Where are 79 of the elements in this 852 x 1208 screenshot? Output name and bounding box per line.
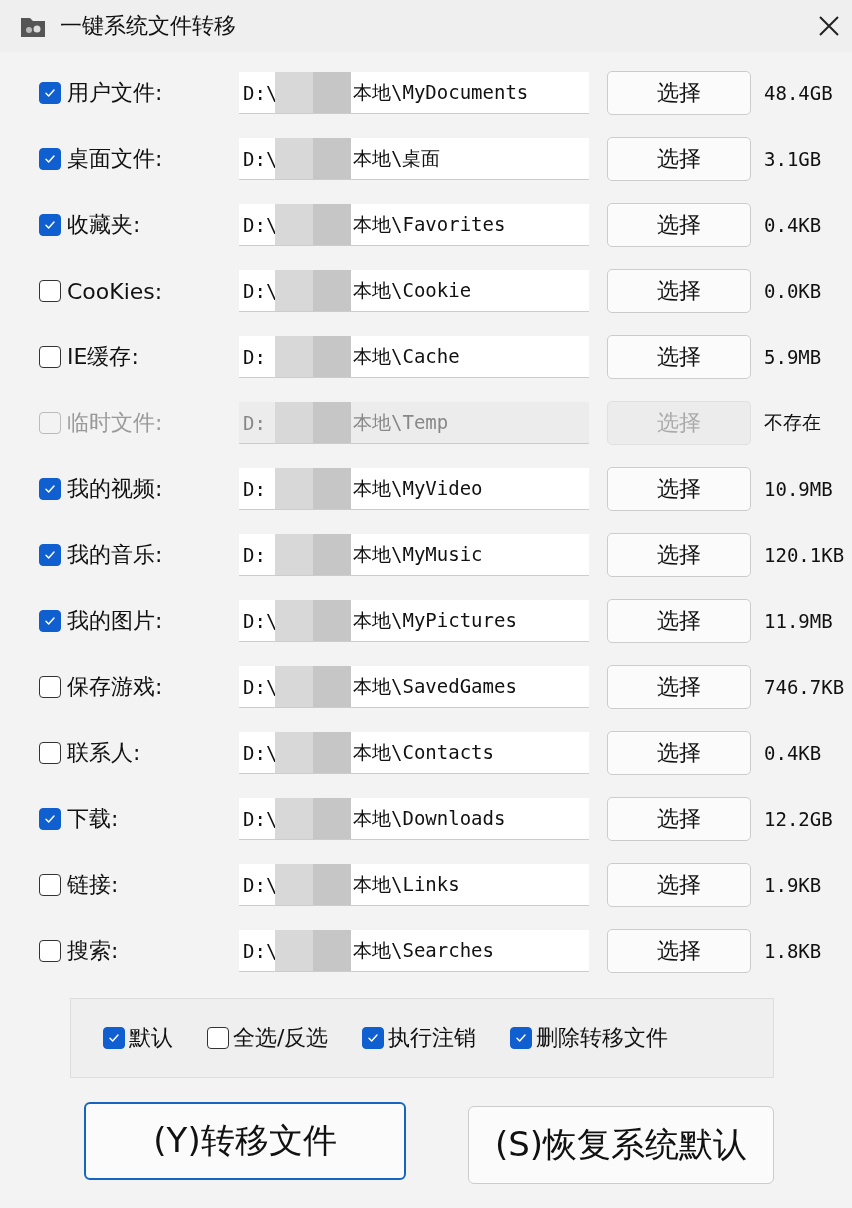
- path-field[interactable]: D:\ 本地\桌面: [239, 138, 589, 180]
- folder-label: 联系人:: [67, 739, 142, 767]
- path-field[interactable]: D:\ 本地\MyPictures: [239, 600, 589, 642]
- choose-button[interactable]: 选择: [607, 929, 751, 973]
- checkbox[interactable]: [207, 1027, 229, 1049]
- checkbox[interactable]: [39, 808, 61, 830]
- close-icon[interactable]: [818, 15, 840, 37]
- choose-button[interactable]: 选择: [607, 797, 751, 841]
- checkbox[interactable]: [39, 214, 61, 236]
- choose-button[interactable]: 选择: [607, 665, 751, 709]
- transfer-button[interactable]: (Y)转移文件: [84, 1102, 406, 1180]
- choose-button[interactable]: 选择: [607, 137, 751, 181]
- choose-button[interactable]: 选择: [607, 71, 751, 115]
- restore-button[interactable]: (S)恢复系统默认: [468, 1106, 774, 1184]
- window-title: 一键系统文件转移: [60, 12, 237, 40]
- folder-label: 下载:: [67, 805, 120, 833]
- size-text: 3.1GB: [764, 148, 822, 170]
- folder-label: 用户文件:: [67, 79, 164, 107]
- folder-label: 临时文件:: [67, 409, 164, 437]
- folder-label: 链接:: [67, 871, 120, 899]
- path-field[interactable]: D: 本地\Cache: [239, 336, 589, 378]
- path-field[interactable]: D:\ 本地\MyDocuments: [239, 72, 589, 114]
- size-text: 120.1KB: [764, 544, 845, 566]
- choose-button[interactable]: 选择: [607, 269, 751, 313]
- folder-label: CooKies:: [67, 278, 164, 304]
- folder-label: 搜索:: [67, 937, 120, 965]
- path-field[interactable]: D:\ 本地\Contacts: [239, 732, 589, 774]
- checkbox-label[interactable]: 默认: [129, 1023, 173, 1053]
- size-text: 1.8KB: [764, 940, 822, 962]
- checkbox[interactable]: [39, 742, 61, 764]
- path-field[interactable]: D: 本地\MyVideo: [239, 468, 589, 510]
- checkbox-label[interactable]: 删除转移文件: [536, 1023, 669, 1053]
- path-field[interactable]: D:\ 本地\Searches: [239, 930, 589, 972]
- checkbox[interactable]: [39, 346, 61, 368]
- choose-button[interactable]: 选择: [607, 203, 751, 247]
- size-text: 1.9KB: [764, 874, 822, 896]
- checkbox[interactable]: [362, 1027, 385, 1049]
- size-text: 不存在: [764, 410, 821, 435]
- checkbox[interactable]: [39, 280, 61, 302]
- checkbox-label[interactable]: 执行注销: [388, 1023, 477, 1053]
- size-text: 0.0KB: [764, 280, 822, 302]
- size-text: 0.4KB: [764, 742, 822, 764]
- size-text: 0.4KB: [764, 214, 822, 236]
- choose-button[interactable]: 选择: [607, 533, 751, 577]
- size-text: 12.2GB: [764, 808, 833, 830]
- checkbox[interactable]: [510, 1027, 533, 1049]
- choose-button[interactable]: 选择: [607, 731, 751, 775]
- folder-label: 我的视频:: [67, 475, 164, 503]
- path-field[interactable]: D:\ 本地\Links: [239, 864, 589, 906]
- checkbox[interactable]: [39, 610, 61, 632]
- path-field[interactable]: D:\ 本地\Downloads: [239, 798, 589, 840]
- checkbox[interactable]: [39, 82, 61, 104]
- choose-button[interactable]: 选择: [607, 599, 751, 643]
- checkbox[interactable]: [39, 874, 61, 896]
- folder-label: 收藏夹:: [67, 211, 142, 239]
- choose-button[interactable]: 选择: [607, 467, 751, 511]
- path-field[interactable]: D:\ 本地\SavedGames: [239, 666, 589, 708]
- size-text: 10.9MB: [764, 478, 833, 500]
- folder-label: 桌面文件:: [67, 145, 164, 173]
- folder-label: IE缓存:: [67, 343, 140, 371]
- checkbox[interactable]: [39, 148, 61, 170]
- choose-button[interactable]: 选择: [607, 335, 751, 379]
- checkbox[interactable]: [39, 676, 61, 698]
- checkbox[interactable]: [39, 544, 61, 566]
- size-text: 5.9MB: [764, 346, 822, 368]
- folder-label: 我的图片:: [67, 607, 164, 635]
- checkbox[interactable]: [39, 478, 61, 500]
- path-field[interactable]: D:\ 本地\Favorites: [239, 204, 589, 246]
- size-text: 11.9MB: [764, 610, 833, 632]
- folder-label: 保存游戏:: [67, 673, 164, 701]
- checkbox-label[interactable]: 全选/反选: [233, 1023, 329, 1053]
- checkbox[interactable]: [103, 1027, 125, 1049]
- size-text: 746.7KB: [764, 676, 845, 698]
- size-text: 48.4GB: [764, 82, 833, 104]
- path-field[interactable]: D: 本地\MyMusic: [239, 534, 589, 576]
- choose-button[interactable]: 选择: [607, 863, 751, 907]
- checkbox[interactable]: [39, 940, 61, 962]
- path-field[interactable]: D:\ 本地\Cookie: [239, 270, 589, 312]
- folder-label: 我的音乐:: [67, 541, 164, 569]
